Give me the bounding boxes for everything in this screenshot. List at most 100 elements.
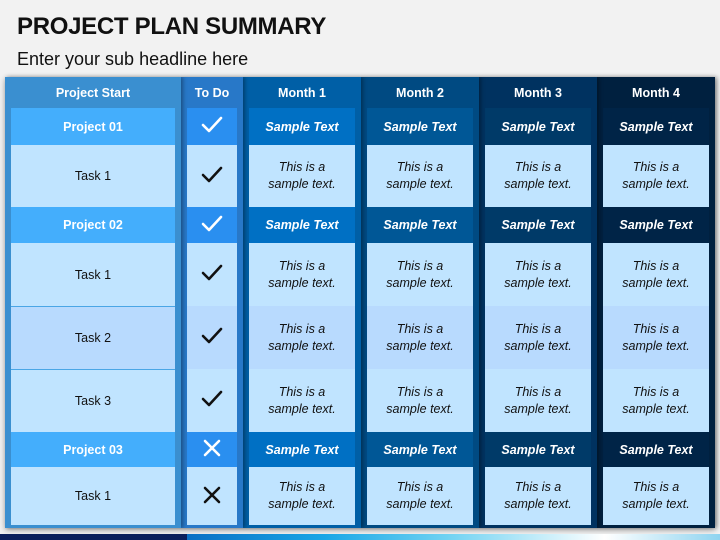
sample-text-body: This is a sample text.	[504, 384, 572, 416]
sample-text-label: Sample Text	[619, 442, 693, 457]
month-header-text: Sample Text	[485, 108, 591, 145]
sample-text-label: Sample Text	[501, 119, 575, 134]
sample-text-label: Sample Text	[501, 442, 575, 457]
month-header-text: Sample Text	[485, 207, 591, 243]
column-month4: Month 4 Sample Text This is a sample text.…	[597, 77, 715, 528]
month-cell-text: This is a sample text.	[485, 145, 591, 207]
sample-text-body: This is a sample text.	[386, 321, 454, 353]
todo-status-cell	[187, 243, 237, 306]
sample-text-body: This is a sample text.	[386, 258, 454, 290]
page-subtitle: Enter your sub headline here	[17, 49, 249, 69]
month-cell-text: This is a sample text.	[367, 467, 473, 525]
month-cell-text: This is a sample text.	[603, 467, 709, 525]
todo-status-cell	[187, 108, 237, 145]
sample-text-label: Sample Text	[265, 442, 339, 457]
bottom-decorative-bar	[0, 534, 720, 540]
month-cell-text: This is a sample text.	[485, 369, 591, 432]
task-label: Task 2	[11, 306, 175, 369]
sample-text-body: This is a sample text.	[268, 321, 336, 353]
task-label: Task 3	[11, 369, 175, 432]
sample-text-label: Sample Text	[619, 218, 693, 232]
month-cell-text: This is a sample text.	[249, 306, 355, 369]
month-cell-text: This is a sample text.	[367, 145, 473, 207]
column-header-todo: To Do	[194, 85, 230, 100]
month-header-text: Sample Text	[367, 207, 473, 243]
month-cell-text: This is a sample text.	[603, 145, 709, 207]
month-cell-text: This is a sample text.	[249, 145, 355, 207]
month-cell-text: This is a sample text.	[367, 243, 473, 306]
todo-status-cell	[187, 432, 237, 467]
month-header-text: Sample Text	[367, 108, 473, 145]
cross-icon	[203, 439, 221, 460]
check-icon	[201, 390, 223, 411]
month-cell-text: This is a sample text.	[603, 243, 709, 306]
sample-text-body: This is a sample text.	[504, 480, 572, 511]
month-header-text: Sample Text	[603, 207, 709, 243]
todo-status-cell	[187, 306, 237, 369]
month-cell-text: This is a sample text.	[249, 369, 355, 432]
sample-text-label: Sample Text	[265, 119, 339, 134]
month-cell-text: This is a sample text.	[603, 369, 709, 432]
sample-text-body: This is a sample text.	[268, 384, 336, 416]
sample-text-label: Sample Text	[383, 218, 457, 232]
sample-text-body: This is a sample text.	[386, 384, 454, 416]
month-cell-text: This is a sample text.	[485, 306, 591, 369]
column-header-project-start: Project Start	[55, 85, 131, 100]
column-header-month1: Month 1	[278, 85, 326, 100]
sample-text-label: Sample Text	[383, 442, 457, 457]
column-todo: To Do	[181, 77, 243, 528]
sample-text-body: This is a sample text.	[386, 160, 454, 191]
todo-status-cell	[187, 467, 237, 525]
project-label: Project 03	[11, 432, 175, 467]
sample-text-label: Sample Text	[501, 218, 575, 232]
month-cell-text: This is a sample text.	[367, 306, 473, 369]
month-header-text: Sample Text	[249, 207, 355, 243]
cross-icon	[203, 486, 221, 507]
sample-text-body: This is a sample text.	[622, 258, 690, 290]
sample-text-body: This is a sample text.	[622, 480, 690, 511]
check-icon	[201, 264, 223, 285]
sample-text-body: This is a sample text.	[504, 160, 572, 191]
month-cell-text: This is a sample text.	[367, 369, 473, 432]
sample-text-body: This is a sample text.	[622, 160, 690, 191]
sample-text-body: This is a sample text.	[504, 321, 572, 353]
column-month2: Month 2 Sample Text This is a sample text.…	[361, 77, 479, 528]
task-label: Task 1	[11, 467, 175, 525]
month-cell-text: This is a sample text.	[249, 243, 355, 306]
sample-text-label: Sample Text	[265, 218, 339, 232]
task-label: Task 1	[11, 145, 175, 207]
task-label: Task 1	[11, 243, 175, 306]
month-header-text: Sample Text	[249, 432, 355, 467]
column-month1: Month 1 Sample Text This is a sample text.…	[243, 77, 361, 528]
month-header-text: Sample Text	[249, 108, 355, 145]
project-label: Project 01	[11, 108, 175, 145]
todo-status-cell	[187, 207, 237, 243]
sample-text-body: This is a sample text.	[622, 321, 690, 353]
month-cell-text: This is a sample text.	[249, 467, 355, 525]
check-icon	[201, 215, 223, 236]
todo-status-cell	[187, 369, 237, 432]
month-header-text: Sample Text	[603, 432, 709, 467]
month-header-text: Sample Text	[367, 432, 473, 467]
check-icon	[201, 116, 223, 137]
sample-text-body: This is a sample text.	[622, 384, 690, 416]
sample-text-body: This is a sample text.	[268, 160, 336, 191]
sample-text-body: This is a sample text.	[268, 480, 336, 511]
month-header-text: Sample Text	[603, 108, 709, 145]
month-cell-text: This is a sample text.	[603, 306, 709, 369]
sample-text-label: Sample Text	[619, 119, 693, 134]
sample-text-body: This is a sample text.	[268, 258, 336, 290]
month-cell-text: This is a sample text.	[485, 467, 591, 525]
month-header-text: Sample Text	[485, 432, 591, 467]
todo-status-cell	[187, 145, 237, 207]
check-icon	[201, 166, 223, 187]
month-cell-text: This is a sample text.	[485, 243, 591, 306]
sample-text-label: Sample Text	[383, 119, 457, 134]
column-header-month3: Month 3	[514, 85, 562, 100]
column-project-start: Project Start Project 01 Task 1 Project 02 T…	[5, 77, 181, 528]
column-month3: Month 3 Sample Text This is a sample text.…	[479, 77, 597, 528]
column-header-month2: Month 2	[396, 85, 444, 100]
page-title: PROJECT PLAN SUMMARY	[17, 13, 327, 40]
column-header-month4: Month 4	[632, 85, 680, 100]
project-label: Project 02	[11, 207, 175, 243]
